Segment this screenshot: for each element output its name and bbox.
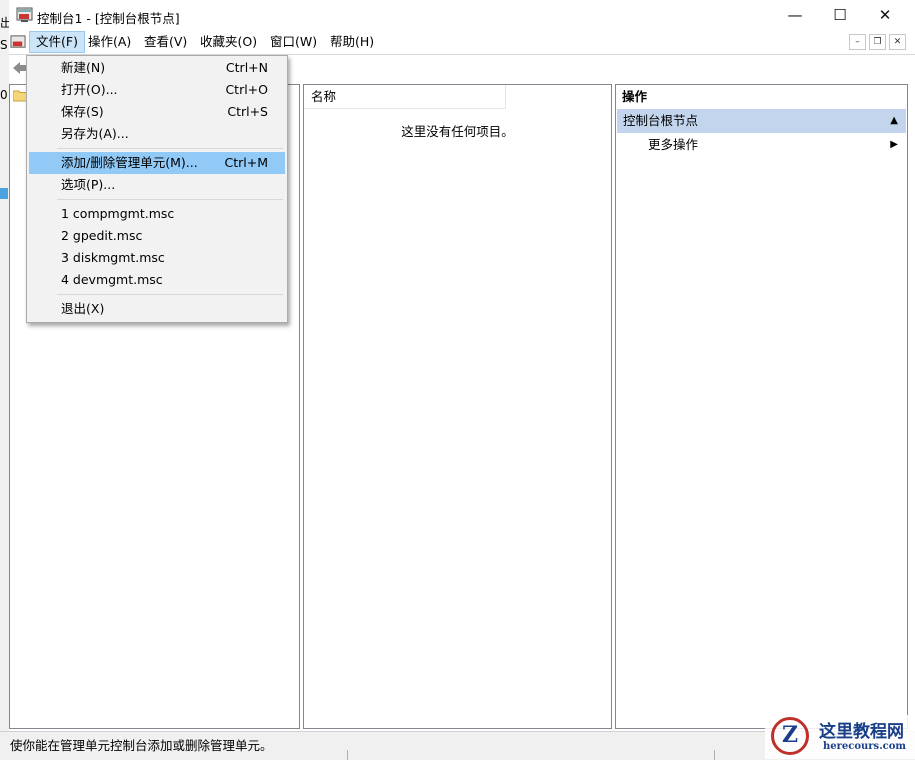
actions-pane: 操作 控制台根节点 ▲ 更多操作 ▶ xyxy=(615,84,908,729)
mmc-app-icon xyxy=(16,6,33,26)
menu-item-label: 新建(N) xyxy=(61,60,106,75)
menu-bar: 文件(F) 操作(A) 查看(V) 收藏夹(O) 窗口(W) 帮助(H) – ❐… xyxy=(9,31,915,53)
menu-separator xyxy=(57,294,283,295)
menu-help[interactable]: 帮助(H) xyxy=(324,31,380,53)
menu-item-shortcut: Ctrl+O xyxy=(225,82,268,97)
menu-item-label: 另存为(A)... xyxy=(61,126,129,141)
title-bar: 控制台1 - [控制台根节点] — ☐ ✕ xyxy=(9,0,915,31)
menu-item-shortcut: Ctrl+M xyxy=(224,155,269,170)
menu-item-label: 2 gpedit.msc xyxy=(61,228,143,243)
menu-item-exit[interactable]: 退出(X) xyxy=(29,298,285,320)
menu-separator xyxy=(57,199,283,200)
background-icon xyxy=(0,188,8,199)
menu-item-label: 打开(O)... xyxy=(61,82,118,97)
menu-item-label: 添加/删除管理单元(M)... xyxy=(61,155,198,170)
minimize-button[interactable]: — xyxy=(772,4,818,28)
close-button[interactable]: ✕ xyxy=(862,4,908,28)
menu-item-label: 退出(X) xyxy=(61,301,105,316)
maximize-button[interactable]: ☐ xyxy=(817,4,863,28)
menu-item-shortcut: Ctrl+S xyxy=(227,104,268,119)
background-window-edge: 出 S 0 xyxy=(0,0,12,759)
menu-item-options[interactable]: 选项(P)... xyxy=(29,174,285,196)
menu-item-label: 选项(P)... xyxy=(61,177,116,192)
mdi-minimize-button[interactable]: – xyxy=(849,34,866,50)
menu-item-recent-1[interactable]: 1 compmgmt.msc xyxy=(29,203,285,225)
menu-item-add-remove-snapin[interactable]: 添加/删除管理单元(M)... Ctrl+M xyxy=(29,152,285,174)
menu-separator xyxy=(57,148,283,149)
menu-action[interactable]: 操作(A) xyxy=(82,31,137,53)
menu-view[interactable]: 查看(V) xyxy=(138,31,193,53)
window-title: 控制台1 - [控制台根节点] xyxy=(37,11,180,26)
menu-item-label: 4 devmgmt.msc xyxy=(61,272,163,287)
actions-header: 操作 xyxy=(622,89,648,104)
actions-section-console-root[interactable]: 控制台根节点 ▲ xyxy=(617,109,906,133)
menu-item-recent-2[interactable]: 2 gpedit.msc xyxy=(29,225,285,247)
mdi-close-button[interactable]: ✕ xyxy=(889,34,906,50)
menu-item-save[interactable]: 保存(S) Ctrl+S xyxy=(29,101,285,123)
menu-item-label: 保存(S) xyxy=(61,104,104,119)
collapse-triangle-icon[interactable]: ▲ xyxy=(890,109,898,133)
menu-item-label: 3 diskmgmt.msc xyxy=(61,250,165,265)
menu-item-open[interactable]: 打开(O)... Ctrl+O xyxy=(29,79,285,101)
column-header-name[interactable]: 名称 xyxy=(304,85,506,109)
watermark: Z 这里教程网 herecours.com xyxy=(765,715,915,759)
watermark-logo: Z xyxy=(771,717,809,755)
menu-file[interactable]: 文件(F) xyxy=(29,31,85,53)
back-arrow-icon[interactable] xyxy=(11,60,27,79)
more-actions-item[interactable]: 更多操作 xyxy=(648,133,698,157)
menu-item-recent-4[interactable]: 4 devmgmt.msc xyxy=(29,269,285,291)
menu-window[interactable]: 窗口(W) xyxy=(264,31,323,53)
actions-section-label: 控制台根节点 xyxy=(623,113,699,128)
menu-item-label: 1 compmgmt.msc xyxy=(61,206,175,221)
background-text: 0 xyxy=(0,88,8,102)
mdi-restore-button[interactable]: ❐ xyxy=(869,34,886,50)
menu-item-recent-3[interactable]: 3 diskmgmt.msc xyxy=(29,247,285,269)
status-text: 使你能在管理单元控制台添加或删除管理单元。 xyxy=(10,738,273,753)
mdi-child-icon[interactable] xyxy=(10,34,26,53)
result-pane: 名称 这里没有任何项目。 xyxy=(303,84,612,729)
watermark-title: 这里教程网 xyxy=(819,722,904,742)
submenu-arrow-icon: ▶ xyxy=(890,139,898,150)
background-text: S xyxy=(0,38,8,52)
empty-message: 这里没有任何项目。 xyxy=(401,124,514,139)
menu-favorites[interactable]: 收藏夹(O) xyxy=(194,31,263,53)
menu-item-new[interactable]: 新建(N) Ctrl+N xyxy=(29,57,285,79)
watermark-url: herecours.com xyxy=(823,741,907,752)
menu-item-shortcut: Ctrl+N xyxy=(225,60,268,75)
menu-item-save-as[interactable]: 另存为(A)... xyxy=(29,123,285,145)
file-menu-dropdown: 新建(N) Ctrl+N 打开(O)... Ctrl+O 保存(S) Ctrl+… xyxy=(26,55,288,323)
